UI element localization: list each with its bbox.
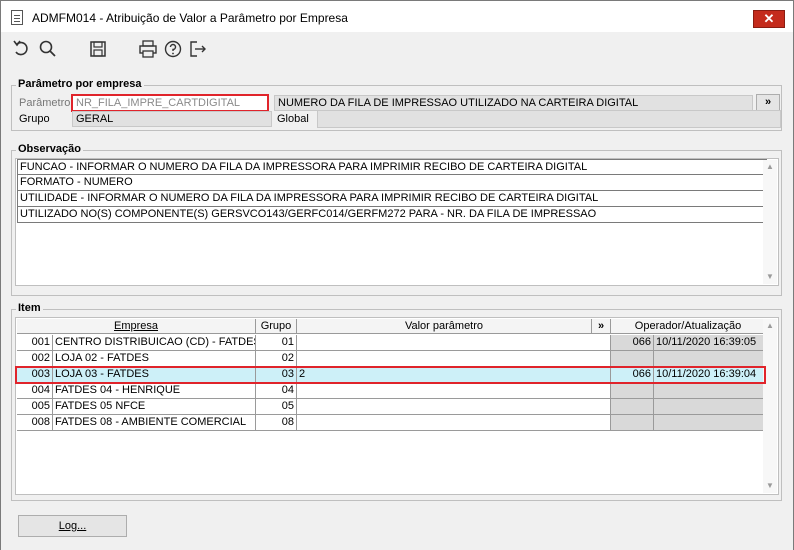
column-header-grupo[interactable]: Grupo	[256, 319, 297, 334]
observacao-group-title: Observação	[16, 143, 83, 155]
cell-grupo: 08	[256, 415, 297, 431]
cell-valor[interactable]	[297, 383, 611, 399]
cell-grupo: 04	[256, 383, 297, 399]
cell-valor[interactable]	[297, 351, 611, 367]
scroll-up-icon[interactable]: ▲	[766, 322, 774, 330]
column-header-valor[interactable]: Valor parâmetro	[297, 319, 592, 334]
cell-operador	[611, 399, 654, 415]
scroll-down-icon[interactable]: ▼	[766, 482, 774, 490]
parametro-description: NUMERO DA FILA DE IMPRESSAO UTILIZADO NA…	[274, 95, 753, 111]
cell-data	[654, 383, 767, 399]
parametro-expand-button[interactable]: »	[756, 94, 780, 111]
client-area: Parâmetro por empresa Parâmetro NR_FILA_…	[1, 68, 793, 550]
cell-empresa: LOJA 02 - FATDES	[53, 351, 256, 367]
search-icon[interactable]	[37, 38, 59, 60]
grupo-field: GERAL	[72, 111, 272, 127]
observacao-line: UTILIZADO NO(S) COMPONENTE(S) GERSVCO143…	[17, 207, 767, 223]
cell-valor[interactable]	[297, 415, 611, 431]
application-window: ADMFM014 - Atribuição de Valor a Parâmet…	[0, 0, 794, 550]
cell-operador	[611, 415, 654, 431]
parametro-label: Parâmetro	[19, 97, 71, 109]
column-header-operador[interactable]: Operador/Atualização	[611, 319, 766, 334]
toolbar	[1, 32, 793, 68]
column-header-empresa[interactable]: Empresa	[17, 319, 256, 334]
close-button[interactable]: ✕	[753, 10, 785, 28]
cell-code: 005	[17, 399, 53, 415]
observacao-scrollbar[interactable]: ▲ ▼	[763, 160, 777, 284]
log-button[interactable]: Log...	[18, 515, 127, 537]
table-row[interactable]: 001 CENTRO DISTRIBUICAO (CD) - FATDES 01…	[17, 335, 767, 351]
cell-empresa: FATDES 08 - AMBIENTE COMERCIAL	[53, 415, 256, 431]
print-icon[interactable]	[137, 38, 159, 60]
table-row[interactable]: 005 FATDES 05 NFCE 05	[17, 399, 767, 415]
global-field	[317, 110, 781, 128]
selected-row-highlight	[15, 366, 766, 384]
cell-operador	[611, 351, 654, 367]
cell-code: 004	[17, 383, 53, 399]
scroll-down-icon[interactable]: ▼	[766, 273, 774, 281]
undo-icon[interactable]	[11, 38, 33, 60]
cell-empresa: FATDES 05 NFCE	[53, 399, 256, 415]
observacao-line: FUNCAO - INFORMAR O NUMERO DA FILA DA IM…	[17, 159, 767, 175]
window-title: ADMFM014 - Atribuição de Valor a Parâmet…	[32, 11, 348, 25]
observacao-line: UTILIDADE - INFORMAR O NUMERO DA FILA DA…	[17, 191, 767, 207]
cell-data	[654, 351, 767, 367]
global-label: Global	[277, 113, 309, 125]
cell-grupo: 01	[256, 335, 297, 351]
document-icon	[11, 10, 23, 25]
cell-code: 001	[17, 335, 53, 351]
table-row[interactable]: 004 FATDES 04 - HENRIQUE 04	[17, 383, 767, 399]
grupo-label: Grupo	[19, 113, 50, 125]
cell-operador: 066	[611, 335, 654, 351]
cell-code: 002	[17, 351, 53, 367]
exit-icon[interactable]	[187, 38, 209, 60]
cell-data: 10/11/2020 16:39:05	[654, 335, 767, 351]
column-header-expand[interactable]: »	[592, 319, 611, 334]
cell-data	[654, 399, 767, 415]
item-group-title: Item	[16, 302, 43, 314]
item-scrollbar[interactable]: ▲ ▼	[763, 319, 777, 493]
cell-data	[654, 415, 767, 431]
cell-grupo: 02	[256, 351, 297, 367]
cell-code: 008	[17, 415, 53, 431]
help-icon[interactable]	[162, 38, 184, 60]
cell-valor[interactable]	[297, 399, 611, 415]
table-row[interactable]: 002 LOJA 02 - FATDES 02	[17, 351, 767, 367]
cell-operador	[611, 383, 654, 399]
cell-valor[interactable]	[297, 335, 611, 351]
cell-empresa: FATDES 04 - HENRIQUE	[53, 383, 256, 399]
scroll-up-icon[interactable]: ▲	[766, 163, 774, 171]
cell-empresa: CENTRO DISTRIBUICAO (CD) - FATDES	[53, 335, 256, 351]
observacao-textarea[interactable]: FUNCAO - INFORMAR O NUMERO DA FILA DA IM…	[15, 158, 779, 286]
item-grid: Empresa Grupo Valor parâmetro » Operador…	[15, 317, 779, 495]
cell-grupo: 05	[256, 399, 297, 415]
save-icon[interactable]	[87, 38, 109, 60]
table-row[interactable]: 008 FATDES 08 - AMBIENTE COMERCIAL 08	[17, 415, 767, 431]
parametro-highlight	[71, 94, 269, 112]
observacao-line: FORMATO - NUMERO	[17, 175, 767, 191]
title-bar: ADMFM014 - Atribuição de Valor a Parâmet…	[1, 1, 793, 32]
parametro-group-title: Parâmetro por empresa	[16, 78, 144, 90]
